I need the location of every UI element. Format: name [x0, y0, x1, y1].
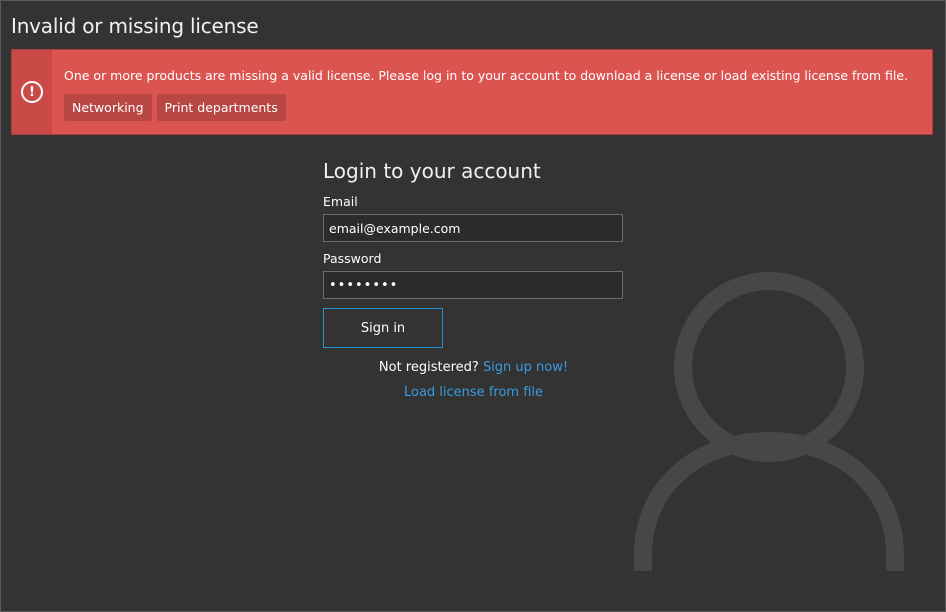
license-alert: ! One or more products are missing a val… — [11, 49, 933, 135]
user-silhouette-icon — [634, 272, 904, 571]
alert-message: One or more products are missing a valid… — [64, 68, 909, 83]
not-registered-text: Not registered? — [378, 360, 479, 375]
product-tag-networking[interactable]: Networking — [64, 94, 152, 121]
email-label: Email — [323, 194, 358, 209]
load-license-row: Load license from file — [323, 385, 624, 400]
missing-products-list: Networking Print departments — [64, 94, 286, 121]
product-tag-print-departments[interactable]: Print departments — [156, 94, 286, 121]
password-field[interactable] — [323, 271, 623, 299]
sign-in-button[interactable]: Sign in — [323, 308, 443, 348]
login-heading: Login to your account — [323, 159, 541, 183]
password-label: Password — [323, 251, 382, 266]
license-window: Invalid or missing license ! One or more… — [0, 0, 946, 612]
page-title: Invalid or missing license — [11, 14, 259, 38]
load-license-link[interactable]: Load license from file — [404, 385, 543, 400]
email-field[interactable] — [323, 214, 623, 242]
sign-up-link[interactable]: Sign up now! — [483, 360, 568, 375]
login-form: Login to your account Email Password Sig… — [323, 159, 624, 400]
exclamation-circle-icon: ! — [21, 81, 43, 103]
alert-icon-strip: ! — [12, 50, 52, 134]
register-prompt: Not registered? Sign up now! — [323, 360, 624, 375]
